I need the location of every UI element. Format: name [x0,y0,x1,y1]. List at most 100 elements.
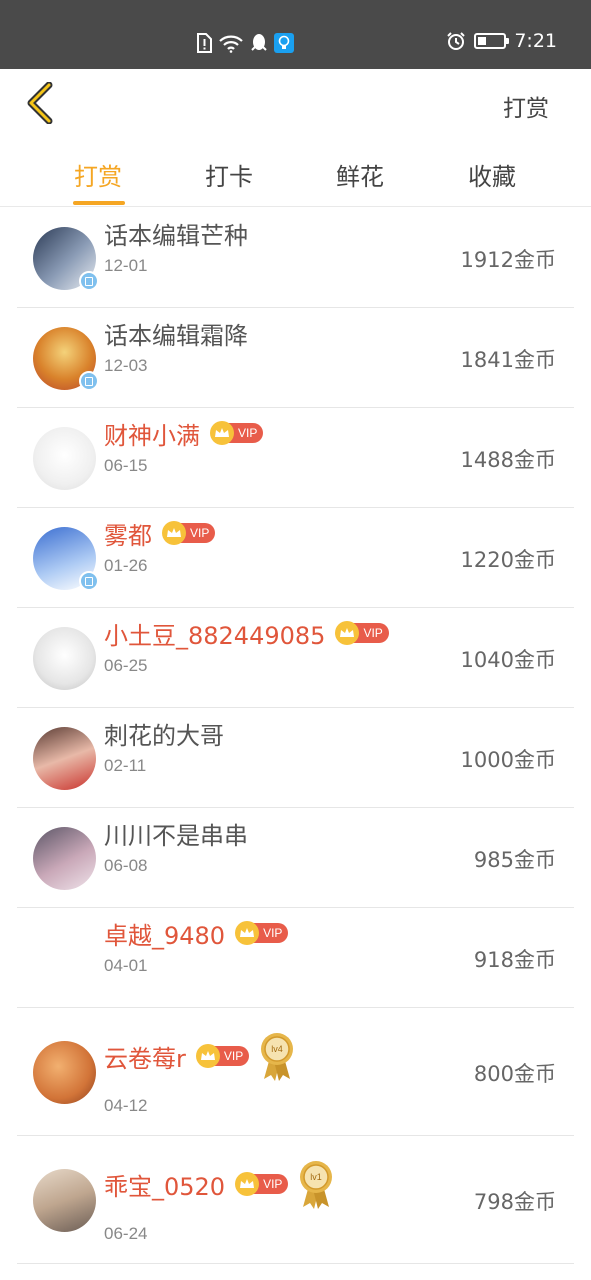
reward-amount: 798金币 [473,1190,556,1214]
reward-date: 04-12 [104,1096,148,1115]
reward-date: 04-01 [104,956,148,975]
list-item[interactable]: 话本编辑芒种 12-01 1912金币 [17,208,574,308]
avatar[interactable] [33,1041,96,1104]
list-item[interactable]: 卓越_9480 VIP 04-01 918金币 [17,908,574,1008]
reward-amount: 1040金币 [460,648,556,672]
list-item[interactable]: 川川不是串串 06-08 985金币 [17,808,574,908]
name-line: 话本编辑霜降 [104,316,248,350]
reward-amount: 1488金币 [460,448,556,472]
user-name[interactable]: 小土豆_882449085 [104,616,325,651]
user-name[interactable]: 川川不是串串 [104,816,248,851]
reward-date: 12-01 [104,256,148,275]
level-medal-icon: lv4 [259,1031,295,1081]
vip-badge: VIP [235,921,289,945]
user-name[interactable]: 雾都 [104,516,152,551]
name-line: 卓越_9480 VIP [104,916,289,951]
reward-amount: 918金币 [473,948,556,972]
list-item[interactable]: 刺花的大哥 02-11 1000金币 [17,708,574,808]
battery-level [478,37,486,45]
name-line: 雾都 VIP [104,516,216,551]
list-item[interactable]: 话本编辑霜降 12-03 1841金币 [17,308,574,408]
user-name[interactable]: 卓越_9480 [104,916,225,951]
svg-text:lv1: lv1 [311,1172,323,1182]
vip-badge: VIP [235,1172,289,1196]
lightbulb-app-icon [274,33,294,53]
reward-date: 06-15 [104,456,148,475]
back-button[interactable] [20,81,60,128]
battery-icon [474,33,510,49]
avatar[interactable] [33,1169,96,1232]
active-tab-indicator [73,201,125,205]
reward-list: 话本编辑芒种 12-01 1912金币话本编辑霜降 12-03 1841金币财神小满 VI… [0,208,591,1264]
chevron-left-icon [25,81,55,128]
vip-badge: VIP [162,521,216,545]
reward-button[interactable]: 打赏 [503,89,549,123]
crown-icon [162,521,186,545]
user-name[interactable]: 刺花的大哥 [104,716,224,751]
wifi-icon [218,33,244,53]
vip-badge: VIP [210,421,264,445]
reward-date: 01-26 [104,556,148,575]
user-name[interactable]: 财神小满 [104,416,200,451]
user-name[interactable]: 云卷莓r [104,1039,186,1074]
tab-label: 打卡 [205,163,253,191]
verified-badge-icon [79,271,99,291]
user-name[interactable]: 乖宝_0520 [104,1167,225,1202]
user-name[interactable]: 话本编辑霜降 [104,316,248,351]
qq-penguin-icon [250,33,268,53]
vip-badge: VIP [195,1044,250,1068]
crown-icon [235,1172,260,1196]
name-line: 刺花的大哥 [104,716,224,750]
verified-badge-icon [79,371,99,391]
reward-amount: 1841金币 [460,348,556,372]
name-line: 乖宝_0520 VIP lv1 [104,1158,334,1210]
verified-badge-icon [79,571,99,591]
reward-amount: 1000金币 [460,748,556,772]
name-line: 话本编辑芒种 [104,216,248,250]
reward-amount: 1912金币 [460,248,556,272]
sim-alert-icon [196,33,212,53]
name-line: 小土豆_882449085 VIP [104,616,389,650]
list-item[interactable]: 雾都 VIP 01-26 1220金币 [17,508,574,608]
reward-date: 06-24 [104,1224,148,1243]
name-line: 云卷莓r VIP lv4 [104,1030,295,1082]
tab-label: 收藏 [468,163,516,191]
crown-icon [235,921,260,945]
tab-flowers[interactable]: 鲜花 [310,157,410,192]
svg-text:lv4: lv4 [271,1044,283,1054]
avatar[interactable] [33,627,96,690]
alarm-icon [446,31,466,51]
reward-date: 06-08 [104,856,148,875]
status-bar: 7:21 [0,0,591,69]
tab-favorites[interactable]: 收藏 [442,157,542,192]
list-item[interactable]: 财神小满 VIP 06-15 1488金币 [17,408,574,508]
reward-amount: 1220金币 [460,548,556,572]
list-item[interactable]: 云卷莓r VIP lv4 04-12 800金币 [17,1008,574,1136]
level-medal-icon: lv1 [298,1159,334,1209]
reward-date: 06-25 [104,656,148,675]
avatar[interactable] [33,727,96,790]
tab-label: 鲜花 [336,163,384,191]
name-line: 财神小满 VIP [104,416,264,451]
status-icons-right: 7:21 [446,30,557,52]
reward-date: 02-11 [104,756,147,775]
vip-badge: VIP [335,621,389,645]
reward-amount: 985金币 [473,848,556,872]
crown-icon [195,1044,220,1068]
name-line: 川川不是串串 [104,816,248,850]
avatar[interactable] [33,827,96,890]
avatar[interactable] [33,427,96,490]
reward-amount: 800金币 [473,1062,556,1086]
reward-date: 12-03 [104,356,148,375]
clock-time: 7:21 [514,30,557,52]
user-name[interactable]: 话本编辑芒种 [104,216,248,251]
navbar: 打赏 [0,69,591,141]
tab-bar: 打赏 打卡 鲜花 收藏 [0,141,591,207]
tab-checkin[interactable]: 打卡 [179,157,279,192]
status-icons-left [196,32,294,54]
crown-icon [210,421,234,445]
tab-reward[interactable]: 打赏 [48,157,148,205]
list-item[interactable]: 乖宝_0520 VIP lv1 06-24 798金币 [17,1136,574,1264]
list-item[interactable]: 小土豆_882449085 VIP 06-25 1040金币 [17,608,574,708]
tab-label: 打赏 [74,163,122,191]
